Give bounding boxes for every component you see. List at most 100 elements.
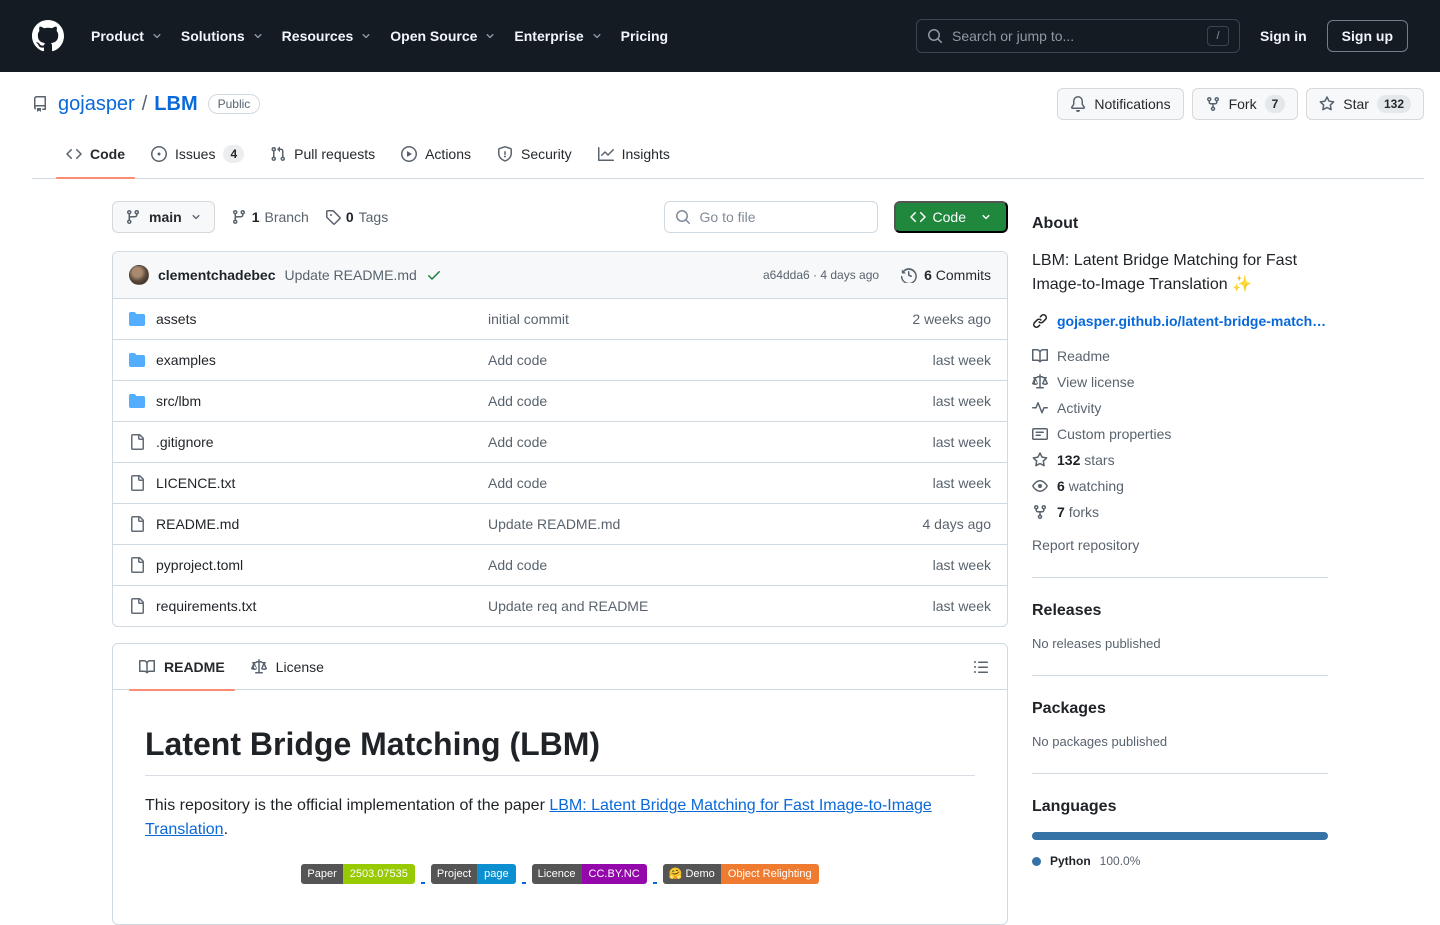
nav-label: Enterprise — [514, 28, 583, 44]
repo-name-link[interactable]: LBM — [154, 93, 197, 116]
watching-stat[interactable]: 6 watching — [1032, 473, 1328, 499]
readme-intro-text: This repository is the official implemen… — [145, 797, 549, 814]
file-link[interactable]: pyproject.toml — [129, 557, 488, 573]
tab-security[interactable]: Security — [487, 130, 582, 178]
law-icon — [251, 659, 267, 675]
file-commit-message[interactable]: Update req and README — [488, 598, 933, 614]
sign-in-link[interactable]: Sign in — [1250, 22, 1317, 50]
repo-tabs: Code Issues 4 Pull requests Actions Secu… — [32, 130, 1424, 179]
badge-label: Project — [431, 864, 477, 884]
check-icon[interactable] — [426, 267, 442, 283]
report-repository-link[interactable]: Report repository — [1032, 537, 1328, 553]
file-commit-message[interactable]: Add code — [488, 557, 933, 573]
releases-empty-text: No releases published — [1032, 636, 1328, 651]
tab-actions[interactable]: Actions — [391, 130, 481, 178]
nav-item-open-source[interactable]: Open Source — [381, 20, 505, 52]
avatar[interactable] — [129, 265, 149, 285]
global-search-input[interactable]: Search or jump to... / — [916, 19, 1240, 53]
star-count-badge[interactable]: 132 — [1377, 95, 1411, 113]
website-link[interactable]: gojasper.github.io/latent-bridge-match… — [1057, 313, 1326, 329]
commit-author-link[interactable]: clementchadebec — [158, 267, 276, 283]
file-link[interactable]: src/lbm — [129, 393, 488, 409]
commit-sha-and-date[interactable]: a64dda6 · 4 days ago — [763, 268, 879, 282]
file-commit-message[interactable]: Add code — [488, 393, 933, 409]
repo-description: LBM: Latent Bridge Matching for Fast Ima… — [1032, 249, 1328, 297]
sign-up-button[interactable]: Sign up — [1327, 20, 1408, 52]
tab-code[interactable]: Code — [56, 130, 135, 178]
badge-label: 🤗 Demo — [663, 864, 721, 884]
commit-history-link[interactable]: 6 Commits — [901, 267, 991, 283]
outline-button[interactable] — [965, 651, 997, 683]
nav-item-resources[interactable]: Resources — [273, 20, 382, 52]
branches-link[interactable]: 1 Branch — [231, 209, 309, 225]
language-dot — [1032, 857, 1041, 866]
badge-label: Paper — [301, 864, 342, 884]
note-icon — [1032, 426, 1048, 442]
notifications-button[interactable]: Notifications — [1057, 88, 1183, 120]
tab-issues[interactable]: Issues 4 — [141, 130, 254, 178]
shield-icon — [497, 146, 513, 162]
file-name-label: README.md — [156, 516, 239, 532]
language-bar[interactable] — [1032, 832, 1328, 840]
file-commit-message[interactable]: initial commit — [488, 311, 912, 327]
file-link[interactable]: assets — [129, 311, 488, 327]
sidebar-item-activity[interactable]: Activity — [1032, 395, 1328, 421]
tab-license[interactable]: License — [241, 644, 334, 690]
badge-separator — [522, 882, 526, 884]
nav-item-pricing[interactable]: Pricing — [612, 20, 677, 52]
tab-insights[interactable]: Insights — [588, 130, 680, 178]
nav-item-solutions[interactable]: Solutions — [172, 20, 273, 52]
file-link[interactable]: README.md — [129, 516, 488, 532]
file-commit-message[interactable]: Update README.md — [488, 516, 923, 532]
table-row: LICENCE.txt Add code last week — [113, 462, 1007, 503]
go-to-file-input[interactable]: Go to file — [664, 201, 878, 233]
code-button-caret[interactable] — [974, 211, 1002, 223]
sidebar-link-label: Custom properties — [1057, 426, 1171, 442]
file-commit-message[interactable]: Add code — [488, 434, 933, 450]
sidebar-item-license[interactable]: View license — [1032, 369, 1328, 395]
file-commit-date: 2 weeks ago — [912, 311, 991, 327]
nav-item-enterprise[interactable]: Enterprise — [505, 20, 611, 52]
repo-owner-link[interactable]: gojasper — [58, 93, 135, 116]
website-row: gojasper.github.io/latent-bridge-match… — [1032, 313, 1328, 329]
tab-pull-requests[interactable]: Pull requests — [260, 130, 385, 178]
file-commit-message[interactable]: Add code — [488, 352, 933, 368]
project-page-badge[interactable]: Project page — [431, 864, 516, 884]
go-to-file-placeholder: Go to file — [700, 209, 756, 225]
readme-title: Latent Bridge Matching (LBM) — [145, 726, 975, 776]
file-icon — [129, 516, 145, 532]
main-column: main 1 Branch 0 Tags Go to file — [112, 201, 1008, 925]
releases-title: Releases — [1032, 602, 1328, 620]
table-row: examples Add code last week — [113, 339, 1007, 380]
eye-icon — [1032, 478, 1048, 494]
licence-badge[interactable]: Licence CC.BY.NC — [532, 864, 647, 884]
stars-stat[interactable]: 132 stars — [1032, 447, 1328, 473]
play-icon — [401, 146, 417, 162]
tags-link[interactable]: 0 Tags — [325, 209, 388, 225]
file-link[interactable]: examples — [129, 352, 488, 368]
forks-stat[interactable]: 7 forks — [1032, 499, 1328, 525]
folder-icon — [129, 393, 145, 409]
code-dropdown-button[interactable]: Code — [894, 201, 1008, 233]
languages-title: Languages — [1032, 798, 1328, 816]
paper-badge[interactable]: Paper 2503.07535 — [301, 864, 414, 884]
demo-badge[interactable]: 🤗 Demo Object Relighting — [663, 864, 819, 884]
sidebar-item-readme[interactable]: Readme — [1032, 343, 1328, 369]
file-link[interactable]: LICENCE.txt — [129, 475, 488, 491]
fork-button[interactable]: Fork 7 — [1192, 88, 1299, 120]
file-link[interactable]: requirements.txt — [129, 598, 488, 614]
file-link[interactable]: .gitignore — [129, 434, 488, 450]
star-button[interactable]: Star 132 — [1306, 88, 1424, 120]
sidebar-item-custom-properties[interactable]: Custom properties — [1032, 421, 1328, 447]
github-logo-icon[interactable] — [32, 20, 64, 52]
commit-sha: a64dda6 — [763, 268, 810, 282]
tab-readme[interactable]: README — [129, 644, 235, 690]
file-commit-message[interactable]: Add code — [488, 475, 933, 491]
nav-item-product[interactable]: Product — [82, 20, 172, 52]
language-python[interactable]: Python 100.0% — [1032, 854, 1328, 868]
branch-selector-button[interactable]: main — [112, 201, 215, 233]
license-tab-label: License — [276, 659, 324, 675]
commit-message-link[interactable]: Update README.md — [285, 267, 417, 283]
fork-count-badge[interactable]: 7 — [1265, 95, 1286, 113]
code-icon — [66, 146, 82, 162]
